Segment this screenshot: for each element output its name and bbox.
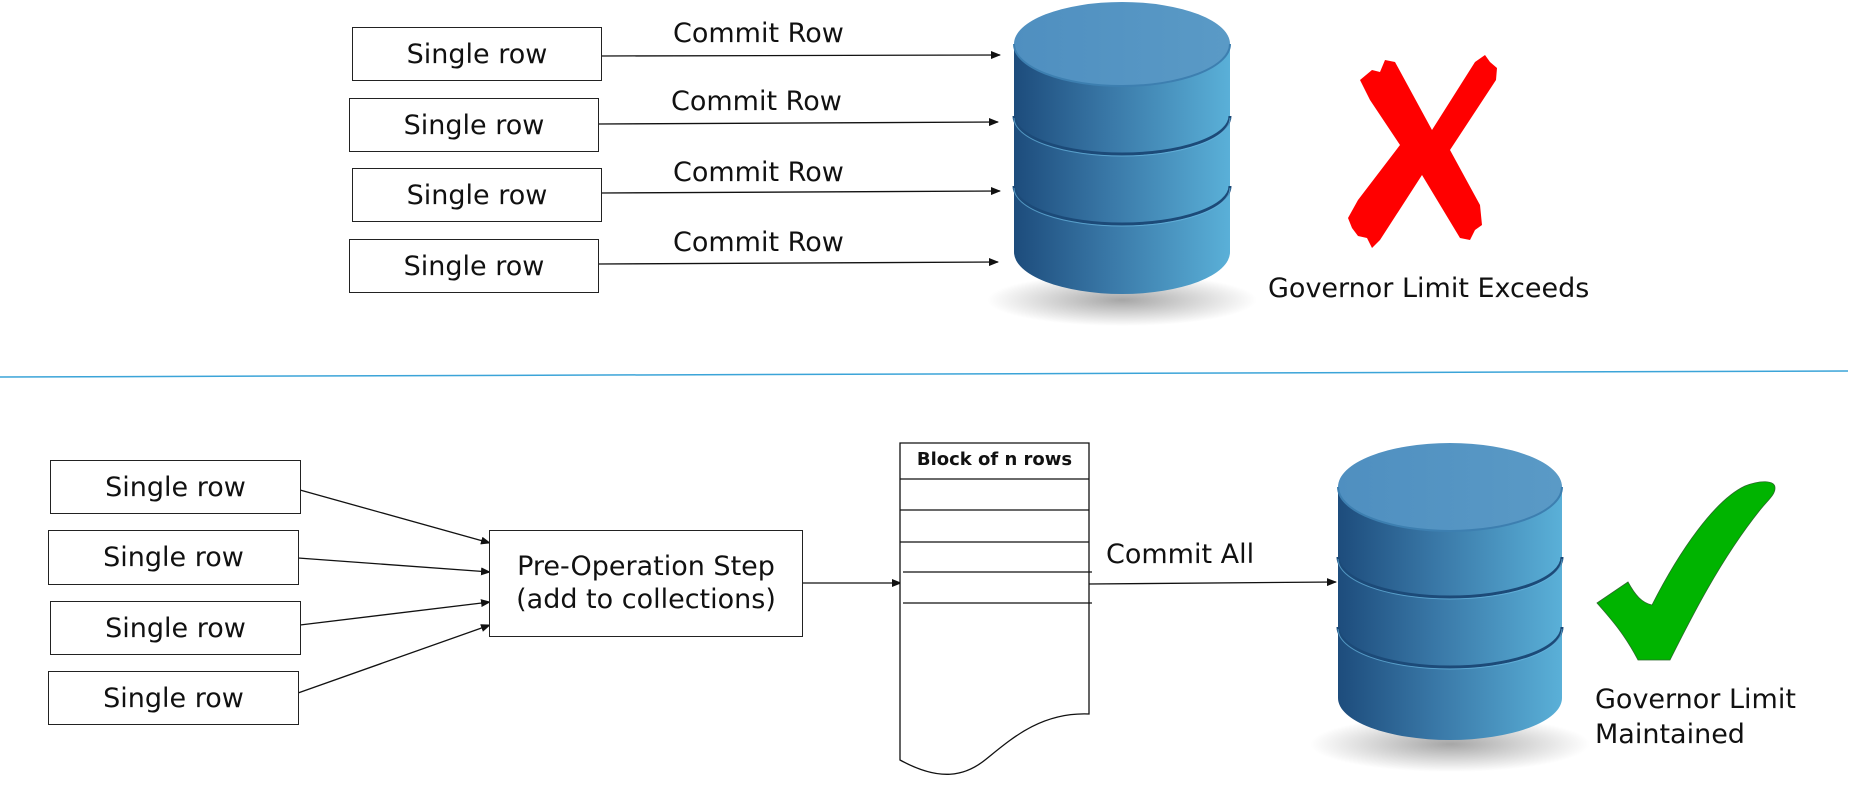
single-row-label: Single row: [105, 612, 246, 644]
status-line-1: Governor Limit: [1595, 684, 1796, 715]
commit-arrow: [600, 187, 1001, 196]
commit-arrow: [597, 118, 999, 127]
commit-row-label: Commit Row: [673, 157, 844, 188]
status-line-2: Maintained: [1595, 719, 1745, 751]
single-row-box: Single row: [50, 601, 301, 655]
commit-arrow: [600, 51, 1001, 60]
pre-operation-subtitle: (add to collections): [516, 583, 776, 615]
status-text-exceeds: Governor Limit Exceeds: [1268, 273, 1590, 304]
green-check-icon: [1596, 481, 1776, 661]
single-row-box: Single row: [48, 671, 299, 725]
single-row-label: Single row: [103, 682, 244, 714]
collect-arrow: [297, 557, 491, 576]
red-x-icon: [1348, 55, 1497, 248]
single-row-box: Single row: [349, 98, 599, 152]
collect-arrow: [299, 489, 491, 545]
commit-all-arrow: [1088, 578, 1337, 587]
status-text-maintained: Governor Limit Maintained: [1595, 682, 1796, 752]
collect-arrows: [297, 489, 491, 694]
single-row-box: Single row: [352, 168, 602, 222]
database-icon: [987, 2, 1257, 326]
single-row-label: Single row: [103, 542, 244, 573]
single-row-label: Single row: [105, 471, 246, 503]
single-row-label: Single row: [406, 38, 548, 70]
commit-arrow: [597, 258, 999, 267]
commit-row-label: Commit Row: [671, 86, 842, 117]
commit-all-label: Commit All: [1106, 539, 1255, 570]
pre-operation-step-box: Pre-Operation Step (add to collections): [489, 530, 803, 637]
block-of-rows-document: [899, 442, 1092, 775]
single-row-box: Single row: [349, 239, 599, 293]
single-row-box: Single row: [352, 27, 602, 81]
pre-operation-title: Pre-Operation Step: [517, 551, 775, 583]
single-row-box: Single row: [48, 530, 299, 585]
single-row-label: Single row: [403, 250, 545, 282]
single-row-label: Single row: [403, 109, 545, 141]
database-icon: [1310, 443, 1590, 772]
block-header-label: Block of n rows: [916, 449, 1073, 470]
section-divider: [0, 370, 1849, 378]
single-row-label: Single row: [406, 179, 548, 211]
single-row-box: Single row: [50, 460, 301, 514]
collect-arrow: [297, 624, 491, 694]
collect-arrow: [299, 599, 491, 626]
commit-row-label: Commit Row: [673, 227, 844, 258]
commit-row-label: Commit Row: [673, 18, 844, 49]
